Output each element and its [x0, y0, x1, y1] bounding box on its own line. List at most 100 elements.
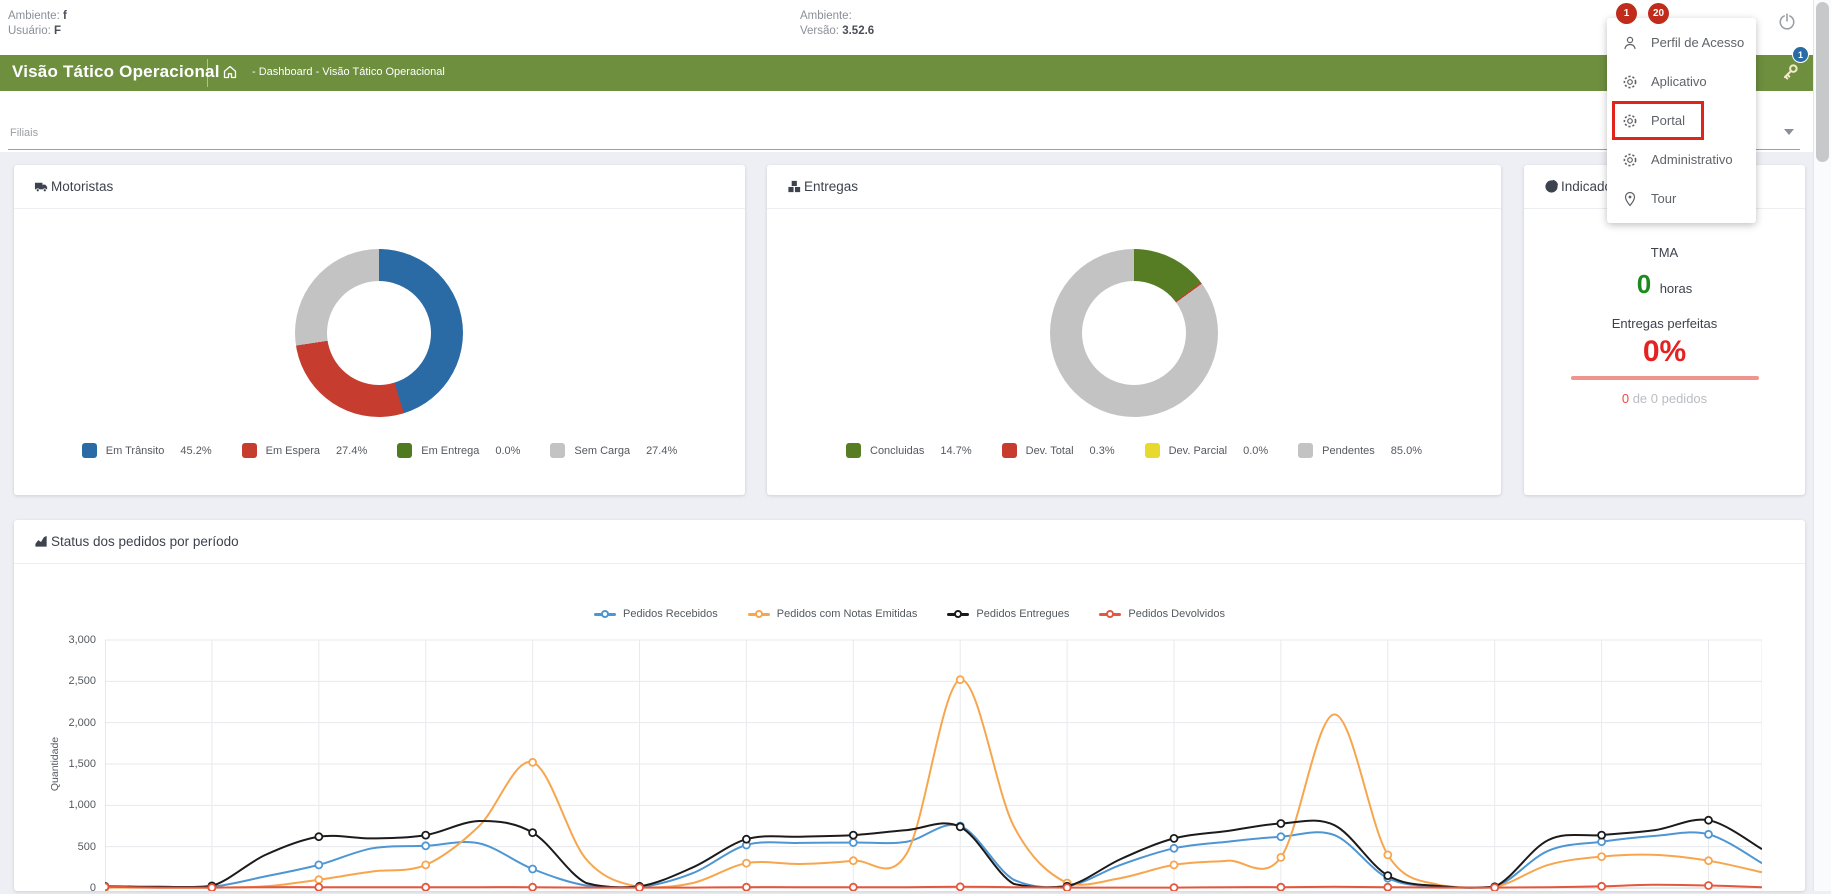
environment-info: Ambiente: f Usuário: F: [8, 9, 67, 39]
orders-count-value: 0: [1622, 391, 1629, 406]
notification-badge-1[interactable]: 1: [1616, 3, 1637, 24]
entregas-card-header: Entregas: [767, 165, 1501, 209]
tma-unit: horas: [1660, 281, 1693, 296]
chart-icon: [34, 534, 49, 549]
orders-count: 0 de 0 pedidos: [1524, 391, 1805, 406]
menu-item-perfil-de-acesso[interactable]: Perfil de Acesso: [1607, 23, 1756, 62]
chart-legend-item[interactable]: Pedidos com Notas Emitidas: [748, 608, 918, 620]
legend-swatch: [242, 443, 257, 458]
legend-label: Sem Carga: [574, 445, 630, 457]
legend-item: Dev. Total0.3%: [1002, 443, 1115, 458]
legend-percent: 0.0%: [1243, 445, 1268, 457]
motoristas-card-header: Motoristas: [14, 165, 745, 209]
version-info: Ambiente: Versão: 3.52.6: [800, 9, 874, 39]
legend-item: Concluidas14.7%: [846, 443, 972, 458]
motoristas-legend: Em Trânsito45.2%Em Espera27.4%Em Entrega…: [14, 443, 745, 458]
orders-count-text: de 0 pedidos: [1633, 391, 1707, 406]
pin-icon: [1622, 191, 1638, 207]
entregas-donut-chart: [1050, 249, 1218, 417]
series-marker-icon: [594, 609, 616, 619]
y-axis-tick: 1,500: [38, 758, 96, 770]
y-axis-tick: 3,000: [38, 634, 96, 646]
orders-status-chart-card: Status dos pedidos por período Pedidos R…: [14, 520, 1805, 891]
perfect-deliveries-progress-bar: [1571, 376, 1759, 380]
legend-label: Em Espera: [266, 445, 320, 457]
chevron-down-icon[interactable]: [1784, 129, 1794, 135]
top-bar: Ambiente: f Usuário: F Ambiente: Versão:…: [0, 0, 1813, 55]
legend-item: Pendentes 85.0%: [1298, 443, 1422, 458]
series-marker-icon: [1099, 609, 1121, 619]
notification-badge-2[interactable]: 20: [1648, 3, 1669, 24]
tma-label: TMA: [1524, 245, 1805, 260]
y-axis-tick: 500: [38, 841, 96, 853]
series-label: Pedidos Entregues: [976, 608, 1069, 620]
legend-item: Em Entrega 0.0%: [397, 443, 520, 458]
branch-select-underline[interactable]: [8, 149, 1800, 150]
chart-card-header: Status dos pedidos por período: [14, 520, 1805, 564]
menu-item-label: Administrativo: [1651, 152, 1733, 167]
menu-item-label: Aplicativo: [1651, 74, 1707, 89]
legend-percent: 0.0%: [495, 445, 520, 457]
menu-item-aplicativo[interactable]: Aplicativo: [1607, 62, 1756, 101]
breadcrumb: - Dashboard - Visão Tático Operacional: [252, 66, 445, 78]
perfect-deliveries-label: Entregas perfeitas: [1524, 316, 1805, 331]
legend-item: Em Espera 27.4%: [242, 443, 368, 458]
app-header: Visão Tático Operacional - Dashboard - V…: [0, 55, 1813, 91]
key-icon[interactable]: [1780, 62, 1800, 82]
legend-percent: 45.2%: [180, 445, 211, 457]
legend-swatch: [397, 443, 412, 458]
series-label: Pedidos Recebidos: [623, 608, 718, 620]
menu-item-portal[interactable]: Portal: [1607, 101, 1756, 140]
legend-label: Pendentes: [1322, 445, 1375, 457]
scrollbar-thumb[interactable]: [1816, 2, 1829, 162]
version-label: Versão:: [800, 25, 839, 37]
y-axis-tick: 2,500: [38, 675, 96, 687]
legend-item: Dev. Parcial0.0%: [1145, 443, 1269, 458]
legend-percent: 27.4%: [336, 445, 367, 457]
logout-icon[interactable]: [1778, 13, 1796, 31]
chart-legend-item[interactable]: Pedidos Devolvidos: [1099, 608, 1225, 620]
header-divider: [207, 59, 208, 87]
filter-bar: Filiais: [0, 91, 1813, 152]
user-label: Usuário:: [8, 25, 51, 37]
key-badge: 1: [1792, 46, 1809, 63]
motoristas-card: Motoristas Em Trânsito45.2%Em Espera27.4…: [14, 165, 745, 495]
center-env-label: Ambiente:: [800, 10, 852, 22]
legend-percent: 27.4%: [646, 445, 677, 457]
legend-label: Em Entrega: [421, 445, 479, 457]
menu-item-label: Perfil de Acesso: [1651, 35, 1744, 50]
page-title: Visão Tático Operacional: [12, 62, 220, 82]
menu-item-tour[interactable]: Tour: [1607, 179, 1756, 218]
indicadores-body: TMA 0 horas Entregas perfeitas 0% 0 de 0…: [1524, 209, 1805, 406]
series-marker-icon: [947, 609, 969, 619]
series-marker-icon: [748, 609, 770, 619]
legend-swatch: [1145, 443, 1160, 458]
user-value: F: [54, 25, 61, 37]
entregas-title: Entregas: [804, 165, 858, 209]
chart-legend-item[interactable]: Pedidos Recebidos: [594, 608, 718, 620]
perfect-deliveries-value: 0%: [1524, 335, 1805, 369]
series-label: Pedidos Devolvidos: [1128, 608, 1225, 620]
settings-dropdown-menu: Perfil de Acesso Aplicativo Portal Administ…: [1607, 18, 1756, 223]
truck-icon: [34, 179, 49, 194]
person-icon: [1622, 35, 1638, 51]
legend-swatch: [1298, 443, 1313, 458]
pie-icon: [1544, 179, 1559, 194]
legend-percent: 0.3%: [1090, 445, 1115, 457]
highlight-box: [1612, 101, 1704, 140]
tma-value: 0: [1637, 269, 1651, 300]
legend-swatch: [82, 443, 97, 458]
home-icon[interactable]: [222, 64, 238, 80]
y-axis-tick: 0: [38, 882, 96, 894]
menu-item-administrativo[interactable]: Administrativo: [1607, 140, 1756, 179]
chart-legend-item[interactable]: Pedidos Entregues: [947, 608, 1069, 620]
entregas-card: Entregas Concluidas14.7% Dev. Total0.3% De…: [767, 165, 1501, 495]
donut-hole: [327, 281, 431, 385]
gear-icon: [1622, 152, 1638, 168]
legend-item: Sem Carga 27.4%: [550, 443, 677, 458]
page-scrollbar: [1813, 0, 1831, 891]
entregas-legend: Concluidas14.7% Dev. Total0.3% Dev. Parcia…: [767, 443, 1501, 458]
legend-percent: 85.0%: [1391, 445, 1422, 457]
motoristas-donut-chart: [295, 249, 463, 417]
legend-swatch: [1002, 443, 1017, 458]
